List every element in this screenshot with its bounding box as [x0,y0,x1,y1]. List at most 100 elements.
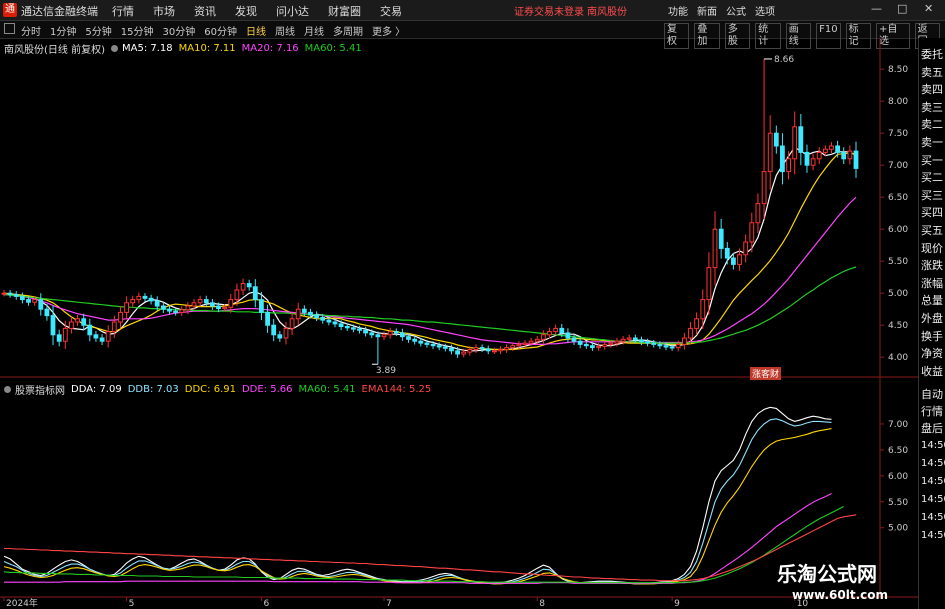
candle-body [62,327,68,342]
candle-body [283,327,289,339]
candle-body [26,299,31,303]
candle-body [767,132,773,173]
quote-field-label[interactable]: 外盘 [921,310,943,326]
candle-body [271,324,277,336]
quote-field-label[interactable]: 买四 [921,204,943,220]
quote-field-label[interactable]: 卖二 [921,116,943,132]
candle-body [406,336,411,340]
tick-time: 14:50 [921,530,945,541]
news-badge[interactable]: 涨客财 [750,367,782,380]
tick-time: 14:50 [921,476,945,487]
candle-body [516,343,522,347]
quote-field-label[interactable]: 净资 [921,345,943,361]
candle-body [436,345,442,348]
candle-body [222,306,228,310]
quote-field-label[interactable]: 收益 [921,363,943,379]
sub-y-tick-label: 5.50 [888,498,908,508]
tick-time: 14:50 [921,512,945,523]
candle-body [93,334,99,339]
quote-field-label[interactable]: 卖三 [921,99,943,115]
quote-field-label[interactable]: 涨跌 [921,257,943,273]
candle-body [167,308,172,312]
candle-body [663,345,669,348]
candle-body [332,321,338,325]
candle-body [651,342,657,345]
quote-field-label[interactable]: 涨幅 [921,275,943,291]
x-tick-label: 7 [386,599,392,609]
candle-body [326,319,332,323]
y-tick-label: 4.00 [888,353,908,363]
quote-field-label[interactable]: 卖一 [921,134,943,150]
tick-time: 14:50 [921,494,945,505]
candle-body [357,328,362,331]
candle-body [351,327,356,330]
candle-body [737,254,742,265]
candle-body [81,318,87,326]
quote-field-label[interactable]: 买一 [921,152,943,168]
candle-body [657,343,663,347]
chart-canvas[interactable]: 8.50 8.00 7.50 7.00 6.50 6.00 5.50 5.00 4.50 4.00… [0,0,918,609]
candle-body [706,267,712,301]
candle-body [234,289,240,301]
candle-body [418,340,424,344]
candle-body [614,340,620,344]
candle-body [841,151,847,160]
candle-body [308,311,313,316]
candle-body [277,334,283,339]
candle-body [780,145,785,173]
candle-body [565,332,571,339]
candle-body [749,222,755,243]
candle-body [400,332,405,338]
y-tick-label: 5.50 [888,257,908,267]
candle-body [20,295,25,301]
quote-field-label[interactable]: 换手 [921,328,943,344]
sub-y-tick-label: 5.00 [888,524,908,534]
panel-tab[interactable]: 盘后 [921,420,943,436]
close-icon[interactable]: ✕ [924,2,933,15]
candle-body [786,158,792,173]
quote-field-label[interactable]: 卖五 [921,64,943,80]
y-tick-label: 7.50 [888,129,908,139]
sub-series-line-ema144 [4,514,857,582]
candle-body [393,331,399,334]
candle-body [504,347,510,351]
candle-body [473,347,479,351]
watermark-url: www.60lt.com [792,588,889,602]
candle-body [829,145,834,150]
candle-body [718,228,724,249]
candle-body [338,323,344,327]
quote-field-label[interactable]: 总量 [921,292,943,308]
candle-body [252,286,258,301]
candle-body [853,150,859,169]
candle-body [547,331,552,336]
panel-tab[interactable]: 自动 [921,386,943,402]
candle-body [210,302,215,307]
quote-field-label[interactable]: 现价 [921,240,943,256]
candle-body [669,346,675,349]
candle-body [56,334,62,342]
candle-body [38,299,44,310]
candle-body [553,327,559,333]
candle-body [314,314,320,319]
y-tick-label: 6.00 [888,225,908,235]
candle-body [626,337,632,340]
candle-body [424,342,430,345]
quote-field-label[interactable]: 买二 [921,169,943,185]
candle-body [69,321,74,329]
panel-tab[interactable]: 行情 [921,403,943,419]
candle-body [712,228,718,269]
candle-body [510,345,516,349]
quote-field-label[interactable]: 买五 [921,222,943,238]
sub-y-tick-label: 6.00 [888,472,908,482]
quote-field-label[interactable]: 委托 [921,46,943,62]
quote-field-label[interactable]: 卖四 [921,81,943,97]
candle-body [259,299,264,313]
candle-body [675,343,681,349]
quote-field-label[interactable]: 买三 [921,187,943,203]
candle-body [118,311,123,323]
candle-body [111,321,117,333]
candle-body [136,295,142,301]
candle-body [363,329,369,334]
watermark-title: 乐淘公式网 [777,562,877,586]
series-line-ma60 [3,266,857,344]
